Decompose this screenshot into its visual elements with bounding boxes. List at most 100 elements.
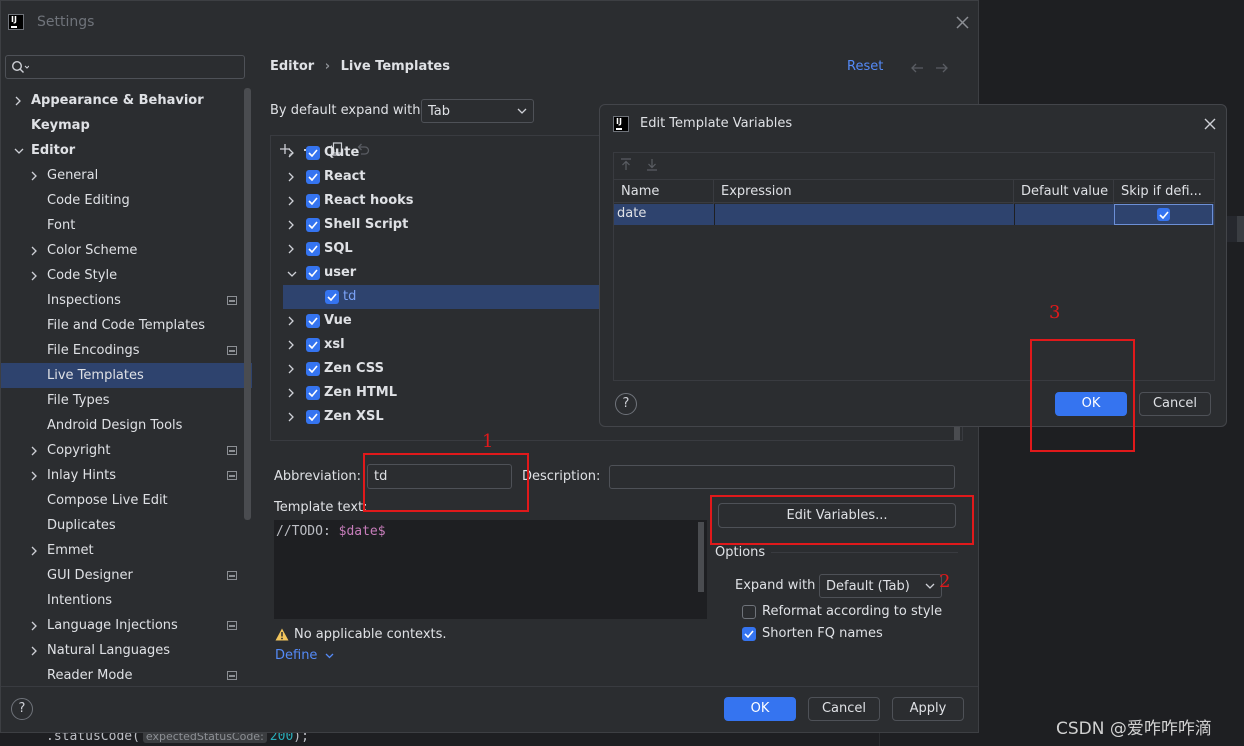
chevron-right-icon[interactable] xyxy=(287,388,295,398)
reformat-checkbox[interactable] xyxy=(742,605,756,619)
column-expression[interactable]: Expression xyxy=(714,180,1014,204)
chevron-right-icon[interactable] xyxy=(30,271,38,281)
sidebar-item-general[interactable]: General xyxy=(1,163,252,188)
template-checkbox[interactable] xyxy=(306,338,320,352)
variables-table-row[interactable]: date xyxy=(614,204,1214,225)
template-group[interactable]: SQL xyxy=(271,237,601,261)
column-name[interactable]: Name xyxy=(614,180,714,204)
settings-search-input[interactable] xyxy=(5,55,245,79)
sidebar-scrollbar[interactable] xyxy=(244,88,251,520)
apply-button[interactable]: Apply xyxy=(892,697,964,721)
template-group[interactable]: Qute xyxy=(271,141,601,165)
sidebar-item-intentions[interactable]: Intentions xyxy=(1,588,252,613)
sidebar-item-font[interactable]: Font xyxy=(1,213,252,238)
ok-button[interactable]: OK xyxy=(724,697,796,721)
template-checkbox[interactable] xyxy=(306,410,320,424)
sidebar-item-inlay-hints[interactable]: Inlay Hints xyxy=(1,463,252,488)
template-checkbox[interactable] xyxy=(306,386,320,400)
template-checkbox[interactable] xyxy=(325,290,339,304)
template-checkbox[interactable] xyxy=(306,194,320,208)
define-link[interactable]: Define xyxy=(275,648,334,663)
template-group[interactable]: React hooks xyxy=(271,189,601,213)
sidebar-item-reader-mode[interactable]: Reader Mode xyxy=(1,663,252,688)
chevron-right-icon[interactable] xyxy=(287,364,295,374)
sidebar-item-compose-live-edit[interactable]: Compose Live Edit xyxy=(1,488,252,513)
sidebar-item-appearance-behavior[interactable]: Appearance & Behavior xyxy=(1,88,252,113)
template-text-editor[interactable]: //TODO: $date$ xyxy=(274,520,707,619)
sidebar-item-file-types[interactable]: File Types xyxy=(1,388,252,413)
template-group[interactable]: user xyxy=(271,261,601,285)
skip-if-defined-cell[interactable] xyxy=(1114,204,1213,225)
chevron-right-icon[interactable] xyxy=(30,246,38,256)
sidebar-item-duplicates[interactable]: Duplicates xyxy=(1,513,252,538)
forward-arrow-icon[interactable] xyxy=(935,62,949,74)
template-group[interactable]: Zen XSL xyxy=(271,405,601,429)
dialog-close-icon[interactable] xyxy=(1204,118,1216,130)
chevron-down-icon[interactable] xyxy=(287,270,297,278)
template-checkbox[interactable] xyxy=(306,266,320,280)
default-expand-select[interactable]: Tab xyxy=(421,99,534,123)
chevron-right-icon[interactable] xyxy=(287,340,295,350)
skip-if-defined-checkbox[interactable] xyxy=(1157,208,1170,221)
template-item[interactable]: td xyxy=(283,285,601,309)
chevron-right-icon[interactable] xyxy=(287,412,295,422)
sidebar-item-file-and-code-templates[interactable]: File and Code Templates xyxy=(1,313,252,338)
sidebar-item-live-templates[interactable]: Live Templates xyxy=(1,363,252,388)
sidebar-item-color-scheme[interactable]: Color Scheme xyxy=(1,238,252,263)
chevron-right-icon[interactable] xyxy=(287,196,295,206)
column-default-value[interactable]: Default value xyxy=(1014,180,1114,204)
sidebar-item-keymap[interactable]: Keymap xyxy=(1,113,252,138)
move-down-icon[interactable] xyxy=(646,158,658,171)
reset-link[interactable]: Reset xyxy=(847,59,883,74)
template-checkbox[interactable] xyxy=(306,242,320,256)
variable-name-cell[interactable]: date xyxy=(617,206,646,221)
template-list-scrollbar[interactable] xyxy=(954,426,960,440)
breadcrumb-parent[interactable]: Editor xyxy=(270,59,314,74)
sidebar-item-code-editing[interactable]: Code Editing xyxy=(1,188,252,213)
close-icon[interactable] xyxy=(956,16,969,29)
chevron-right-icon[interactable] xyxy=(30,471,38,481)
column-skip-if-defined[interactable]: Skip if defi... xyxy=(1114,180,1214,204)
chevron-right-icon[interactable] xyxy=(287,148,295,158)
default-value-cell[interactable] xyxy=(1014,204,1114,225)
help-button[interactable]: ? xyxy=(11,698,33,720)
chevron-right-icon[interactable] xyxy=(287,244,295,254)
chevron-right-icon[interactable] xyxy=(30,646,38,656)
editor-scrollbar[interactable] xyxy=(698,522,704,592)
sidebar-item-android-design-tools[interactable]: Android Design Tools xyxy=(1,413,252,438)
chevron-right-icon[interactable] xyxy=(30,546,38,556)
template-checkbox[interactable] xyxy=(306,314,320,328)
template-checkbox[interactable] xyxy=(306,218,320,232)
template-checkbox[interactable] xyxy=(306,362,320,376)
dialog-help-button[interactable]: ? xyxy=(615,393,637,415)
cancel-button[interactable]: Cancel xyxy=(808,697,880,721)
sidebar-item-file-encodings[interactable]: File Encodings xyxy=(1,338,252,363)
chevron-right-icon[interactable] xyxy=(287,316,295,326)
template-group[interactable]: xsl xyxy=(271,333,601,357)
sidebar-item-inspections[interactable]: Inspections xyxy=(1,288,252,313)
template-checkbox[interactable] xyxy=(306,170,320,184)
shorten-fq-checkbox[interactable] xyxy=(742,627,756,641)
template-group[interactable]: Zen CSS xyxy=(271,357,601,381)
chevron-right-icon[interactable] xyxy=(30,446,38,456)
expression-cell[interactable] xyxy=(714,204,1014,225)
sidebar-item-language-injections[interactable]: Language Injections xyxy=(1,613,252,638)
template-checkbox[interactable] xyxy=(306,146,320,160)
chevron-right-icon[interactable] xyxy=(287,220,295,230)
description-input[interactable] xyxy=(609,465,955,489)
sidebar-item-natural-languages[interactable]: Natural Languages xyxy=(1,638,252,663)
sidebar-item-copyright[interactable]: Copyright xyxy=(1,438,252,463)
chevron-right-icon[interactable] xyxy=(287,172,295,182)
template-group[interactable]: Shell Script xyxy=(271,213,601,237)
template-group[interactable]: Zen HTML xyxy=(271,381,601,405)
chevron-right-icon[interactable] xyxy=(30,621,38,631)
chevron-right-icon[interactable] xyxy=(30,171,38,181)
template-group[interactable]: Vue xyxy=(271,309,601,333)
sidebar-item-gui-designer[interactable]: GUI Designer xyxy=(1,563,252,588)
back-arrow-icon[interactable] xyxy=(910,62,924,74)
sidebar-item-editor[interactable]: Editor xyxy=(1,138,252,163)
dialog-cancel-button[interactable]: Cancel xyxy=(1139,392,1211,416)
expand-with-select[interactable]: Default (Tab) xyxy=(819,574,942,598)
move-up-icon[interactable] xyxy=(620,158,632,171)
chevron-right-icon[interactable] xyxy=(14,96,22,106)
